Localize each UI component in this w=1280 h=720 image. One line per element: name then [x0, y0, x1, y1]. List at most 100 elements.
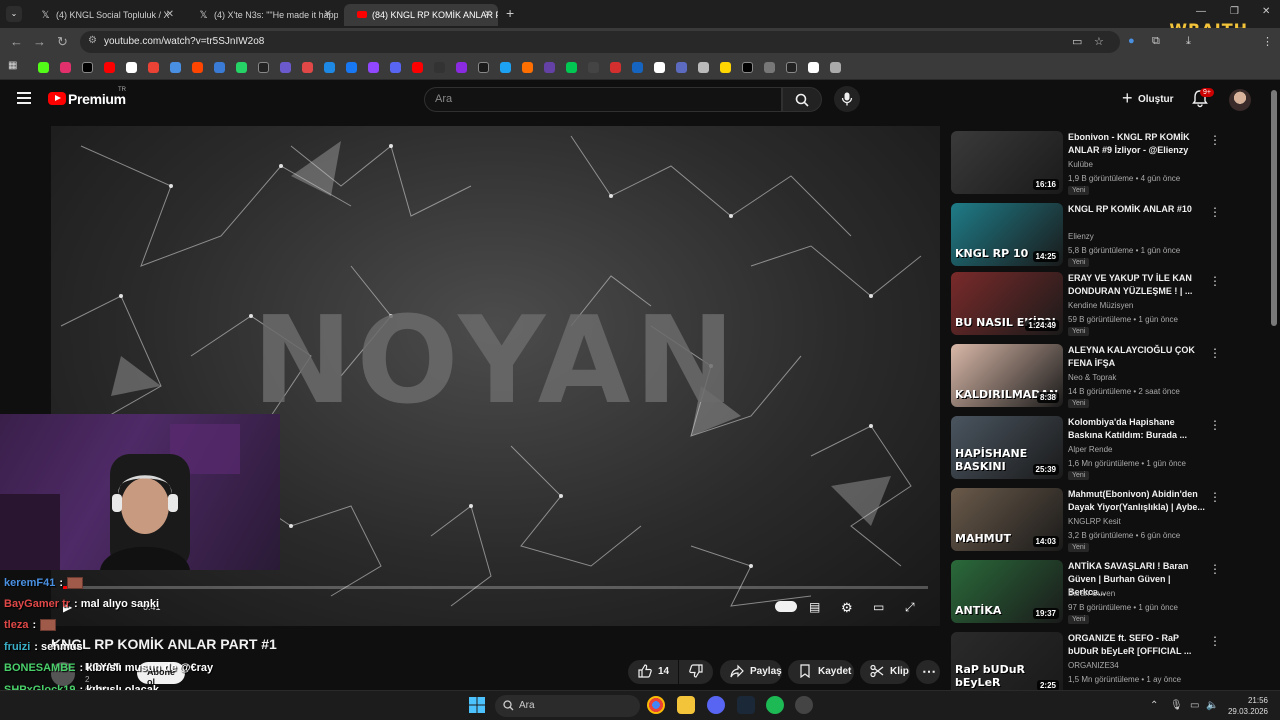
video-thumbnail[interactable]: BU NASIL EKİP?! 1:24:49: [951, 272, 1063, 335]
more-options-icon[interactable]: ⋮: [1209, 346, 1221, 360]
close-tab-icon[interactable]: ✕: [484, 9, 492, 20]
recommended-video[interactable]: MAHMUT 14:03 Mahmut(Ebonivon) Abidin'den D…: [951, 488, 1221, 552]
recommended-video[interactable]: KNGL RP 10 14:25 KNGL RP KOMİK ANLAR #10 El…: [951, 203, 1221, 267]
bookmark-icon[interactable]: [522, 62, 533, 73]
more-actions-button[interactable]: ⋯: [916, 660, 940, 684]
bookmark-icon[interactable]: [654, 62, 665, 73]
bookmark-star-icon[interactable]: ☆: [1094, 35, 1104, 48]
recommended-channel[interactable]: Kendine Müzisyen: [1068, 301, 1133, 310]
cast-icon[interactable]: ▭: [1072, 35, 1082, 48]
bookmark-icon[interactable]: [280, 62, 291, 73]
bookmark-icon[interactable]: [786, 62, 797, 73]
more-options-icon[interactable]: ⋮: [1209, 274, 1221, 288]
site-info-icon[interactable]: ⚙: [88, 35, 97, 46]
instagram-bookmark-icon[interactable]: [60, 62, 71, 73]
more-options-icon[interactable]: ⋮: [1209, 418, 1221, 432]
video-thumbnail[interactable]: KNGL RP 10 14:25: [951, 203, 1063, 266]
settings-gear-icon[interactable]: ⚙: [841, 600, 853, 616]
more-options-icon[interactable]: ⋮: [1209, 133, 1221, 147]
whatsapp-bookmark-icon[interactable]: [236, 62, 247, 73]
recommended-video[interactable]: RaP bUDuR bEyLeR 2:25 ORGANIZE ft. SEFO - …: [951, 632, 1221, 696]
bookmark-icon[interactable]: [500, 62, 511, 73]
recommended-channel[interactable]: KNGLRP Kesit: [1068, 517, 1121, 526]
bookmark-icon[interactable]: [214, 62, 225, 73]
chrome-taskbar-icon[interactable]: [647, 696, 665, 714]
recommended-channel[interactable]: Alper Rende: [1068, 445, 1112, 454]
bookmark-icon[interactable]: [764, 62, 775, 73]
steam-taskbar-icon[interactable]: [737, 696, 755, 714]
clip-button[interactable]: Klip: [860, 660, 910, 684]
bookmark-icon[interactable]: [676, 62, 687, 73]
bookmark-icon[interactable]: [566, 62, 577, 73]
menu-dots-icon[interactable]: ⋮: [1262, 35, 1273, 48]
notifications-button[interactable]: 9+: [1192, 88, 1214, 113]
fullscreen-icon[interactable]: ⤢: [905, 600, 915, 615]
share-button[interactable]: Paylaş: [720, 660, 782, 684]
dislike-button[interactable]: [679, 660, 713, 684]
theater-mode-icon[interactable]: ▭: [873, 600, 884, 614]
bookmark-icon[interactable]: [478, 62, 489, 73]
recommended-channel[interactable]: Baran Guven: [1068, 589, 1115, 598]
browser-tab-1[interactable]: 𝕏 (4) KNGL Social Topluluk / X ✕: [28, 4, 180, 26]
recommended-video-title[interactable]: ALEYNA KALAYCIOĞLU ÇOK FENA İFŞA: [1068, 344, 1208, 370]
taskbar-search[interactable]: Ara: [495, 695, 640, 717]
tab-search-button[interactable]: ⌄: [6, 6, 22, 22]
recommended-channel[interactable]: Neo & Toprak: [1068, 373, 1116, 382]
bookmark-icon[interactable]: [302, 62, 313, 73]
recommended-video-title[interactable]: ORGANIZE ft. SEFO - RaP bUDuR bEyLeR [OF…: [1068, 632, 1208, 658]
browser-tab-2[interactable]: 𝕏 (4) X'te N3s: ""He made it happ ✕: [186, 4, 338, 26]
bookmark-icon[interactable]: [698, 62, 709, 73]
like-button[interactable]: 14: [628, 660, 678, 684]
microphone-tray-icon[interactable]: 🎙: [1170, 700, 1183, 711]
back-icon[interactable]: ←: [10, 34, 23, 49]
extension-icon[interactable]: ●: [1128, 35, 1135, 47]
create-button[interactable]: Oluştur: [1114, 88, 1182, 111]
bookmark-icon[interactable]: [412, 62, 423, 73]
video-thumbnail[interactable]: 16:16: [951, 131, 1063, 194]
recommended-video[interactable]: 16:16 Ebonivon - KNGL RP KOMİK ANLAR #9 İ…: [951, 131, 1221, 195]
bookmark-icon[interactable]: [632, 62, 643, 73]
more-options-icon[interactable]: ⋮: [1209, 634, 1221, 648]
bookmark-icon[interactable]: [258, 62, 269, 73]
autoplay-toggle[interactable]: [775, 601, 797, 612]
recommended-video-title[interactable]: Mahmut(Ebonivon) Abidin'den Dayak Yiyor(…: [1068, 488, 1208, 514]
x-bookmark-icon[interactable]: [82, 62, 93, 73]
video-thumbnail[interactable]: HAPİSHANE BASKINI 25:39: [951, 416, 1063, 479]
recommended-video[interactable]: ANTİKA 19:37 ANTİKA SAVAŞLARI ! Baran Güve…: [951, 560, 1221, 624]
recommended-video-title[interactable]: ERAY VE YAKUP TV İLE KAN DONDURAN YÜZLEŞ…: [1068, 272, 1208, 298]
search-button[interactable]: [782, 87, 822, 112]
recommended-video[interactable]: HAPİSHANE BASKINI 25:39 Kolombiya'da Hapis…: [951, 416, 1221, 480]
video-thumbnail[interactable]: KALDIRILMADAN 8:38: [951, 344, 1063, 407]
discord-bookmark-icon[interactable]: [390, 62, 401, 73]
recommended-video-title[interactable]: Kolombiya'da Hapishane Baskına Katıldım:…: [1068, 416, 1208, 442]
bookmark-icon[interactable]: [830, 62, 841, 73]
close-window-icon[interactable]: ✕: [1262, 6, 1270, 17]
bookmark-icon[interactable]: [434, 62, 445, 73]
spotify-taskbar-icon[interactable]: [766, 696, 784, 714]
browser-tab-3-active[interactable]: (84) KNGL RP KOMİK ANLAR P ✕: [344, 4, 498, 26]
extensions-puzzle-icon[interactable]: ⧉: [1152, 35, 1160, 48]
reddit-bookmark-icon[interactable]: [192, 62, 203, 73]
youtube-bookmark-icon[interactable]: [104, 62, 115, 73]
app-taskbar-icon[interactable]: [795, 696, 813, 714]
bookmark-icon[interactable]: [610, 62, 621, 73]
bookmark-icon[interactable]: [324, 62, 335, 73]
recommended-video[interactable]: KALDIRILMADAN 8:38 ALEYNA KALAYCIOĞLU ÇOK …: [951, 344, 1221, 408]
close-tab-icon[interactable]: ✕: [324, 9, 332, 20]
file-explorer-icon[interactable]: [677, 696, 695, 714]
close-tab-icon[interactable]: ✕: [166, 9, 174, 20]
recommended-video-title[interactable]: Ebonivon - KNGL RP KOMİK ANLAR #9 İzliyo…: [1068, 131, 1208, 157]
page-scrollbar[interactable]: [1271, 90, 1277, 326]
recommended-video-title[interactable]: KNGL RP KOMİK ANLAR #10: [1068, 203, 1208, 216]
bookmark-icon[interactable]: [742, 62, 753, 73]
more-options-icon[interactable]: ⋮: [1209, 490, 1221, 504]
video-progress-bar[interactable]: [63, 586, 928, 589]
video-thumbnail[interactable]: RaP bUDuR bEyLeR 2:25: [951, 632, 1063, 695]
apps-grid-icon[interactable]: ▦: [8, 60, 19, 71]
save-button[interactable]: Kaydet: [788, 660, 854, 684]
maximize-icon[interactable]: ❐: [1230, 6, 1239, 17]
hamburger-menu-icon[interactable]: [17, 92, 31, 104]
reload-icon[interactable]: ↻: [57, 34, 68, 50]
google-bookmark-icon[interactable]: [126, 62, 137, 73]
volume-icon[interactable]: 🔈: [1206, 700, 1218, 711]
